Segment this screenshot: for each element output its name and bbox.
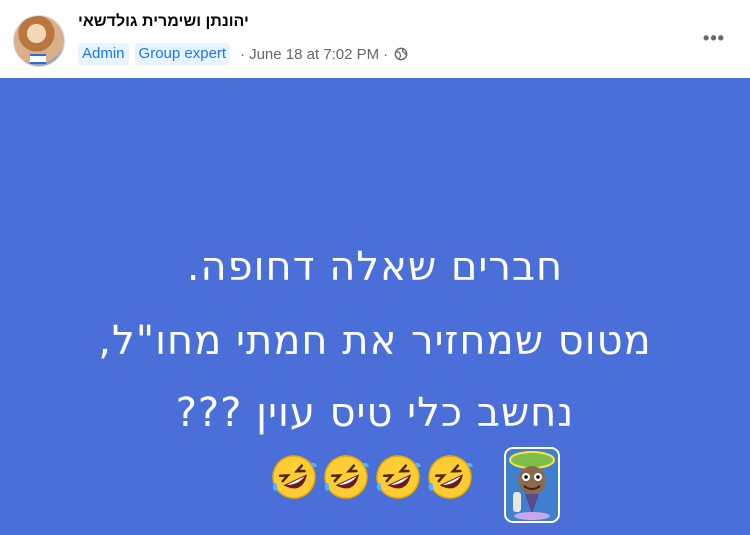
post-text-line: נחשב כלי טיס עוין ???: [175, 390, 575, 436]
text-post-background: חברים שאלה דחופה. מטוס שמחזיר את חמתי מח…: [0, 78, 750, 535]
post-text-line: מטוס שמחזיר את חמתי מחו"ל,: [98, 318, 652, 364]
post-text-line: חברים שאלה דחופה.: [186, 244, 564, 290]
cartoon-character-sticker: [504, 447, 560, 523]
separator-dot: ·: [383, 45, 389, 63]
post-meta: Admin Group expert · June 18 at 7:02 PM …: [78, 42, 408, 66]
emoji-row: [270, 453, 474, 501]
avatar[interactable]: [13, 15, 65, 67]
post-header: יהונתן ושימרית גולדשאי Admin Group exper…: [0, 0, 750, 78]
post-timestamp[interactable]: June 18 at 7:02 PM: [249, 46, 379, 63]
laughing-emoji-icon: [376, 455, 421, 499]
flag-icon: [30, 54, 46, 64]
laughing-emoji-icon: [428, 455, 473, 499]
admin-badge[interactable]: Admin: [78, 43, 129, 65]
laughing-emoji-icon: [324, 455, 369, 499]
more-options-icon[interactable]: •••: [700, 26, 728, 50]
author-name[interactable]: יהונתן ושימרית גולדשאי: [78, 13, 249, 31]
laughing-emoji-icon: [272, 455, 317, 499]
globe-icon[interactable]: [394, 47, 408, 61]
group-expert-badge[interactable]: Group expert: [134, 43, 231, 65]
separator-dot: ·: [240, 45, 246, 63]
